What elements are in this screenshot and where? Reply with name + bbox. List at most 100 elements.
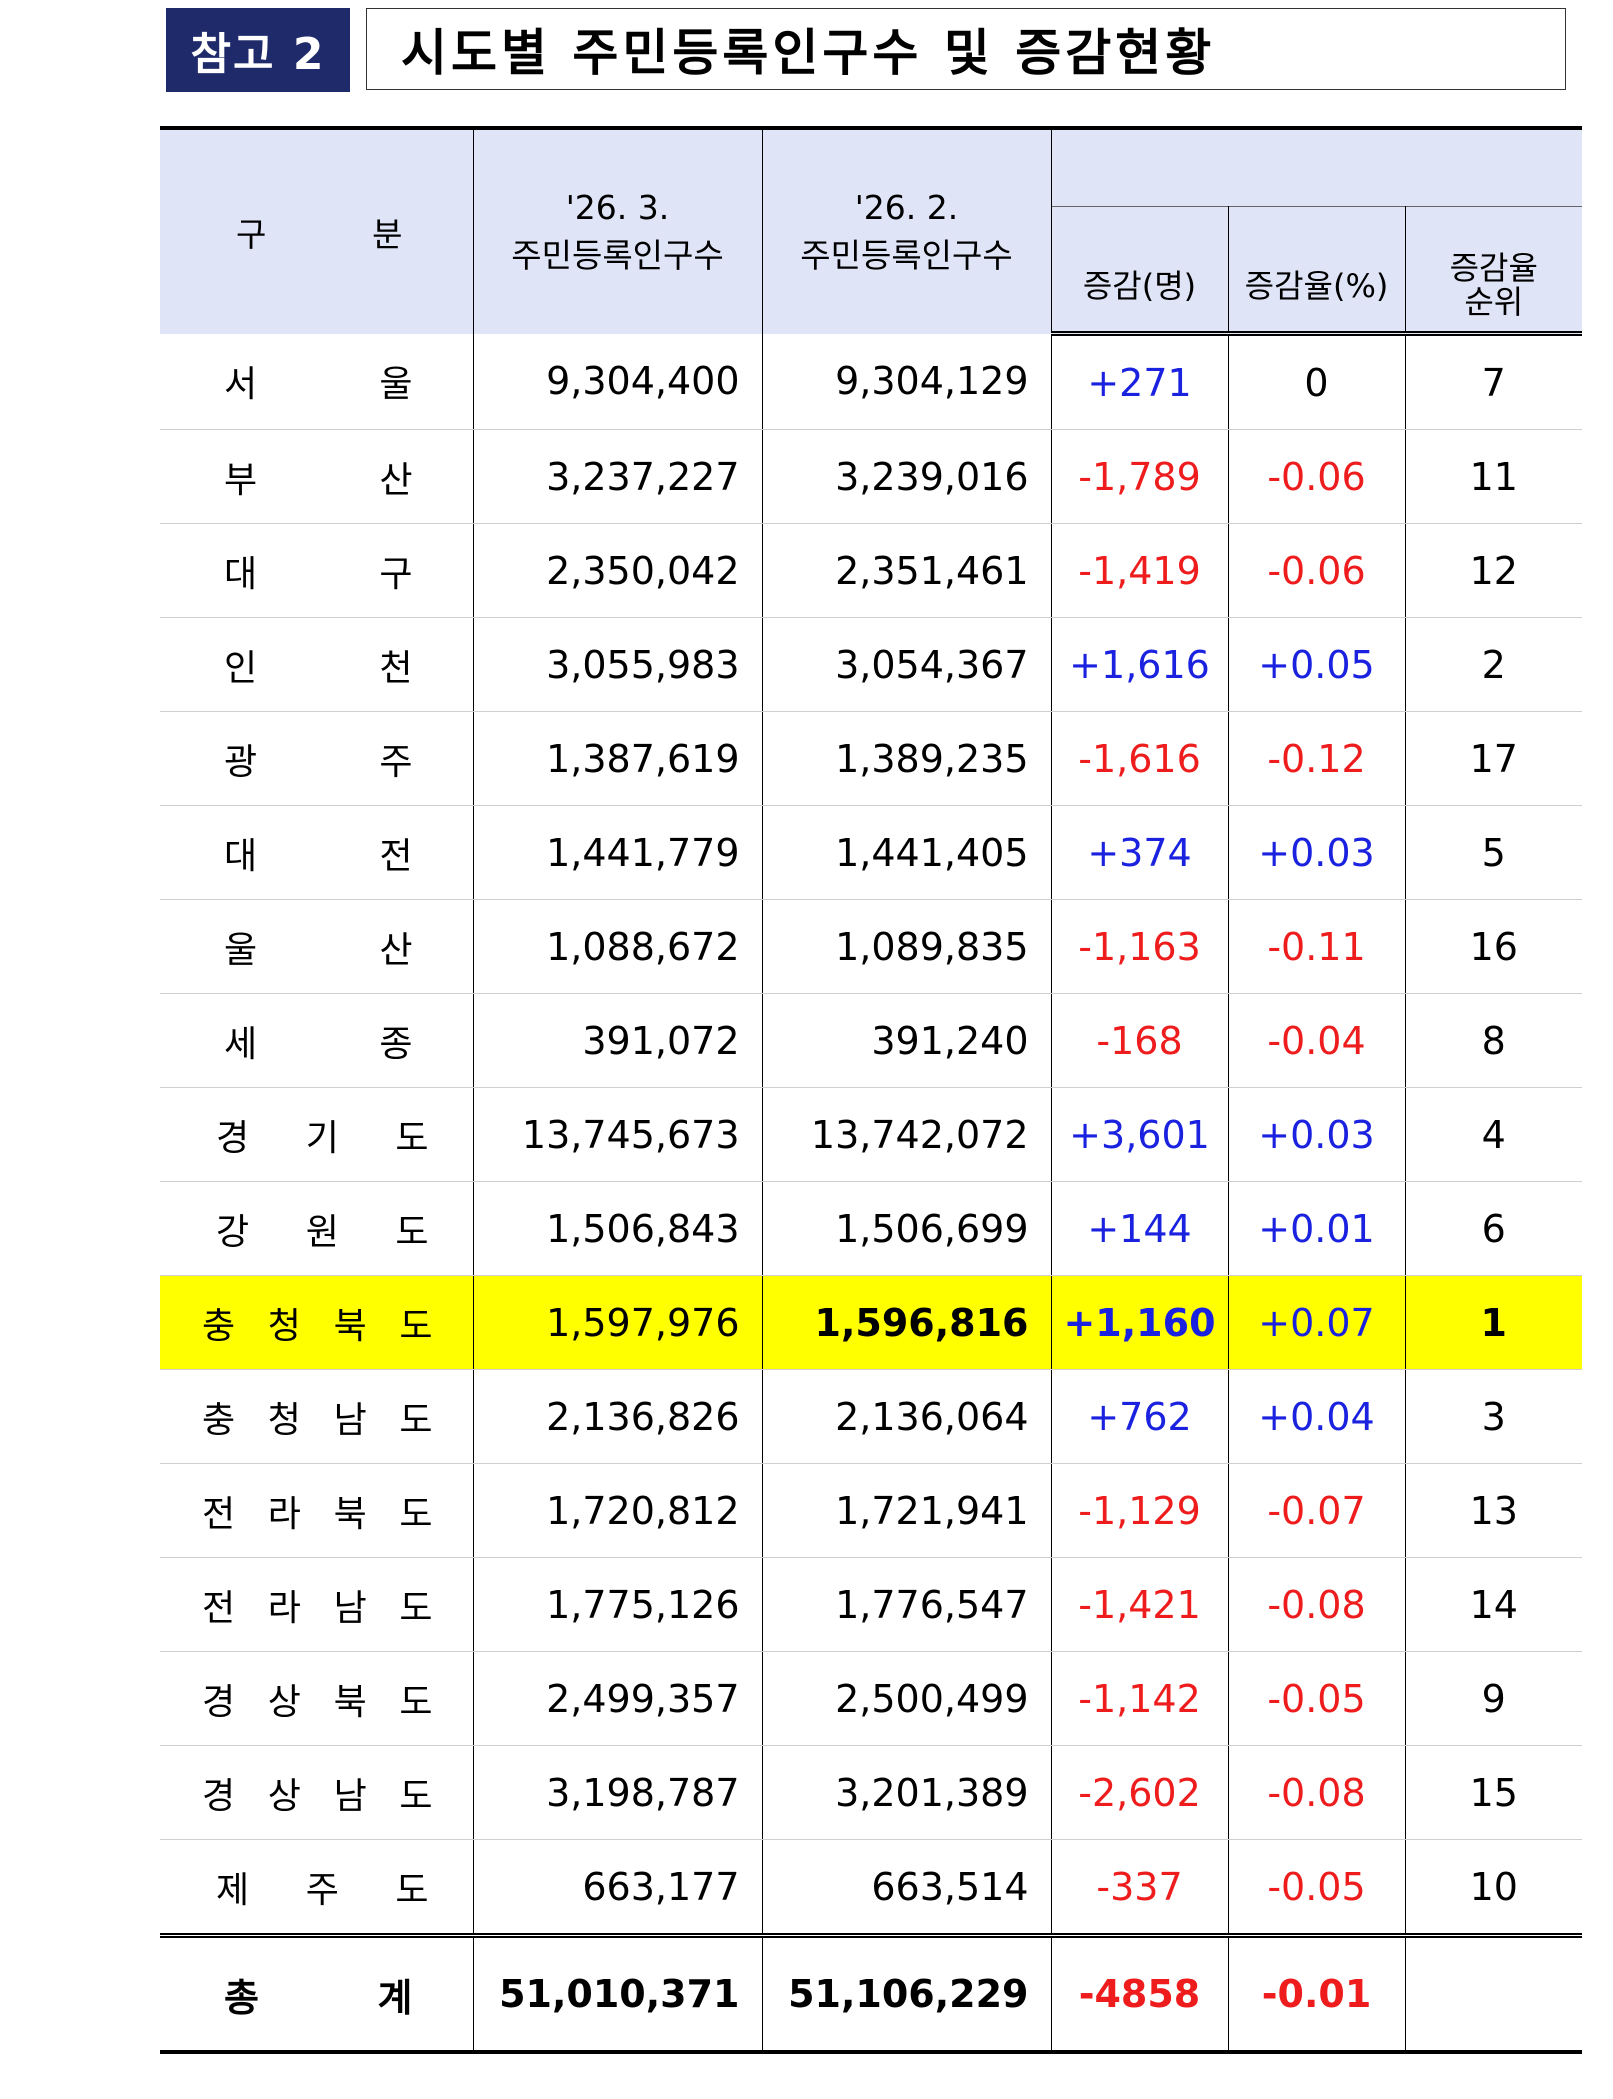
change-cell: +762 bbox=[1051, 1369, 1229, 1464]
previous-population-cell: 1,776,547 bbox=[762, 1557, 1052, 1652]
region-cell: 서울 bbox=[160, 333, 474, 430]
table-row: 울 산 1,088,672 1,089,835 -1,163 -0.11 16 bbox=[160, 899, 1583, 994]
header-rank: 증감율 순위 bbox=[1405, 206, 1583, 336]
region-char: 도 bbox=[399, 1399, 433, 1441]
region-char: 도 bbox=[399, 1305, 433, 1347]
previous-population-cell: 13,742,072 bbox=[762, 1087, 1052, 1182]
previous-population-cell: 2,500,499 bbox=[762, 1651, 1052, 1746]
reference-badge: 참고 2 bbox=[166, 8, 350, 92]
region-char: 주 bbox=[305, 1869, 339, 1911]
header-rank-line1: 증감율 bbox=[1449, 249, 1538, 287]
current-population-cell: 2,136,826 bbox=[473, 1369, 763, 1464]
change-cell: -1,616 bbox=[1051, 711, 1229, 806]
previous-population-cell: 2,136,064 bbox=[762, 1369, 1052, 1464]
change-cell: -1,419 bbox=[1051, 523, 1229, 618]
table-row: 제 주 도 663,177 663,514 -337 -0.05 10 bbox=[160, 1839, 1583, 1936]
region-cell: 울산 bbox=[160, 899, 474, 994]
region-cell: 부산 bbox=[160, 429, 474, 524]
region-char: 강 bbox=[216, 1211, 250, 1253]
rate-cell: +0.01 bbox=[1228, 1181, 1406, 1276]
current-population-cell: 2,350,042 bbox=[473, 523, 763, 618]
change-cell: -1,421 bbox=[1051, 1557, 1229, 1652]
change-cell: +1,160 bbox=[1051, 1275, 1229, 1370]
header-previous-label: 주민등록인구수 bbox=[800, 235, 1013, 275]
page-title: 시도별 주민등록인구수 및 증감현황 bbox=[366, 8, 1566, 90]
previous-population-cell: 3,201,389 bbox=[762, 1745, 1052, 1840]
current-population-cell: 1,088,672 bbox=[473, 899, 763, 994]
region-char: 전 bbox=[202, 1493, 236, 1535]
region-char: 경 bbox=[202, 1681, 236, 1723]
change-cell: -168 bbox=[1051, 993, 1229, 1088]
current-population-cell: 2,499,357 bbox=[473, 1651, 763, 1746]
region-char: 대 bbox=[224, 835, 258, 877]
previous-population-cell: 1,389,235 bbox=[762, 711, 1052, 806]
region-char: 도 bbox=[399, 1587, 433, 1629]
previous-population-cell: 2,351,461 bbox=[762, 523, 1052, 618]
region-char: 청 bbox=[267, 1305, 301, 1347]
rate-cell: -0.05 bbox=[1228, 1839, 1406, 1936]
region-char: 대 bbox=[224, 553, 258, 595]
header-current-date: '26. 3. bbox=[565, 187, 670, 227]
region-char: 전 bbox=[379, 835, 413, 877]
rank-cell: 16 bbox=[1405, 899, 1583, 994]
rank-cell: 3 bbox=[1405, 1369, 1583, 1464]
rank-cell: 5 bbox=[1405, 805, 1583, 900]
region-cell: 경상북도 bbox=[160, 1651, 474, 1746]
table-row: 충 청 남 도 2,136,826 2,136,064 +762 +0.04 3 bbox=[160, 1369, 1583, 1464]
table-row: 경 기 도 13,745,673 13,742,072 +3,601 +0.03 4 bbox=[160, 1087, 1583, 1182]
table-row: 전 라 북 도 1,720,812 1,721,941 -1,129 -0.07 13 bbox=[160, 1463, 1583, 1558]
region-char: 도 bbox=[399, 1681, 433, 1723]
previous-population-cell: 3,054,367 bbox=[762, 617, 1052, 712]
rank-cell: 12 bbox=[1405, 523, 1583, 618]
previous-population-cell: 1,596,816 bbox=[762, 1275, 1052, 1370]
region-char: 인 bbox=[224, 647, 258, 689]
region-cell: 전라남도 bbox=[160, 1557, 474, 1652]
table-row: 서 울 9,304,400 9,304,129 +271 0 7 bbox=[160, 333, 1583, 430]
rank-cell: 1 bbox=[1405, 1275, 1583, 1370]
current-population-cell: 1,506,843 bbox=[473, 1181, 763, 1276]
header-change: 증감(명) bbox=[1051, 206, 1229, 336]
current-population-cell: 1,775,126 bbox=[473, 1557, 763, 1652]
region-cell: 인천 bbox=[160, 617, 474, 712]
region-char: 천 bbox=[379, 647, 413, 689]
current-population-cell: 391,072 bbox=[473, 993, 763, 1088]
previous-population-cell: 1,089,835 bbox=[762, 899, 1052, 994]
region-char: 산 bbox=[379, 459, 413, 501]
current-population-cell: 3,055,983 bbox=[473, 617, 763, 712]
region-char: 북 bbox=[333, 1305, 367, 1347]
region-char: 원 bbox=[305, 1211, 339, 1253]
region-cell: 세종 bbox=[160, 993, 474, 1088]
rate-cell: -0.12 bbox=[1228, 711, 1406, 806]
current-population-cell: 51,010,371 bbox=[473, 1933, 763, 2054]
region-char: 충 bbox=[202, 1399, 236, 1441]
previous-population-cell: 1,721,941 bbox=[762, 1463, 1052, 1558]
header-previous-month: '26. 2. 주민등록인구수 bbox=[762, 128, 1052, 334]
rank-cell bbox=[1405, 1933, 1583, 2054]
header-rate: 증감율(%) bbox=[1228, 206, 1406, 336]
region-char: 라 bbox=[267, 1493, 301, 1535]
rate-cell: -0.01 bbox=[1228, 1933, 1406, 2054]
header-region-char: 분 bbox=[372, 214, 403, 254]
table-row: 세 종 391,072 391,240 -168 -0.04 8 bbox=[160, 993, 1583, 1088]
current-population-cell: 13,745,673 bbox=[473, 1087, 763, 1182]
table-row: 전 라 남 도 1,775,126 1,776,547 -1,421 -0.08 14 bbox=[160, 1557, 1583, 1652]
rate-cell: -0.08 bbox=[1228, 1557, 1406, 1652]
region-char: 울 bbox=[224, 929, 258, 971]
rate-cell: 0 bbox=[1228, 333, 1406, 430]
region-char: 주 bbox=[379, 741, 413, 783]
change-cell: -2,602 bbox=[1051, 1745, 1229, 1840]
rank-cell: 4 bbox=[1405, 1087, 1583, 1182]
rank-cell: 17 bbox=[1405, 711, 1583, 806]
region-char: 남 bbox=[333, 1587, 367, 1629]
region-cell: 제주도 bbox=[160, 1839, 474, 1936]
rank-cell: 13 bbox=[1405, 1463, 1583, 1558]
change-cell: -1,789 bbox=[1051, 429, 1229, 524]
region-char: 도 bbox=[399, 1775, 433, 1817]
rank-cell: 2 bbox=[1405, 617, 1583, 712]
region-char: 광 bbox=[224, 741, 258, 783]
current-population-cell: 9,304,400 bbox=[473, 333, 763, 430]
region-char: 남 bbox=[333, 1399, 367, 1441]
table-row: 광 주 1,387,619 1,389,235 -1,616 -0.12 17 bbox=[160, 711, 1583, 806]
region-char: 경 bbox=[216, 1117, 250, 1159]
region-char: 제 bbox=[216, 1869, 250, 1911]
